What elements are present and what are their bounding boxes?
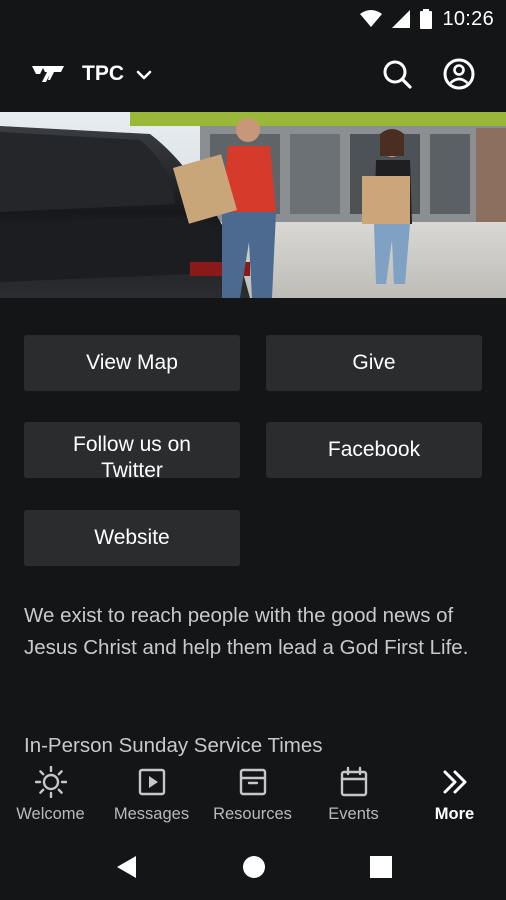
- description-text: We exist to reach people with the good n…: [24, 604, 469, 659]
- double-chevron-icon: [443, 770, 466, 794]
- back-icon[interactable]: [114, 854, 140, 880]
- tab-more[interactable]: More: [404, 756, 505, 836]
- tab-welcome[interactable]: Welcome: [0, 756, 101, 836]
- system-nav-bar: [0, 836, 506, 900]
- play-icon: [138, 768, 165, 796]
- sun-icon: [34, 766, 67, 798]
- status-bar: 10:26: [0, 0, 506, 38]
- give-button[interactable]: Give: [266, 335, 482, 391]
- account-icon[interactable]: [441, 56, 477, 92]
- archive-icon: [239, 768, 266, 796]
- logo-icon: [32, 66, 64, 82]
- view-map-button[interactable]: View Map: [24, 335, 240, 391]
- follow-twitter-label: Follow us on Twitter: [73, 433, 191, 478]
- status-time: 10:26: [442, 7, 494, 30]
- search-icon[interactable]: [379, 56, 415, 92]
- tab-resources-label: Resources: [213, 805, 292, 823]
- tab-events-label: Events: [328, 805, 379, 823]
- hero-image: [0, 112, 506, 298]
- recents-icon[interactable]: [368, 854, 394, 880]
- home-icon[interactable]: [241, 854, 267, 880]
- website-button[interactable]: Website: [24, 510, 240, 566]
- facebook-button[interactable]: Facebook: [266, 422, 482, 478]
- follow-twitter-button[interactable]: Follow us on Twitter: [24, 422, 240, 478]
- wifi-icon: [360, 10, 383, 27]
- tab-events[interactable]: Events: [303, 756, 404, 836]
- tab-messages[interactable]: Messages: [101, 756, 202, 836]
- chevron-down-icon[interactable]: [134, 65, 154, 85]
- tab-messages-label: Messages: [113, 805, 190, 823]
- battery-icon: [420, 9, 433, 29]
- tab-resources[interactable]: Resources: [202, 756, 303, 836]
- app-header: TPC: [0, 38, 506, 112]
- tab-welcome-label: Welcome: [16, 805, 85, 823]
- signal-icon: [392, 10, 411, 28]
- org-name[interactable]: TPC: [82, 62, 124, 86]
- calendar-icon: [340, 766, 367, 797]
- tab-bar: Welcome Messages Resources Events More: [0, 756, 506, 836]
- tab-more-label: More: [434, 805, 475, 823]
- service-times-heading: In-Person Sunday Service Times: [24, 734, 323, 756]
